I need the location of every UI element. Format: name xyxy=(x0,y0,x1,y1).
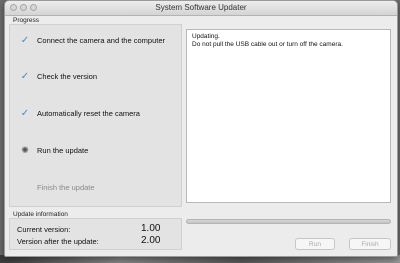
update-progress-bar xyxy=(186,219,391,224)
update-info-panel: Current version: 1.00 Version after the … xyxy=(9,218,182,250)
step-check-version: ✓ Check the version xyxy=(10,69,97,83)
check-icon: ✓ xyxy=(20,70,30,82)
updater-window: System Software Updater Progress ✓ Conne… xyxy=(4,0,398,257)
step-reset-camera: ✓ Automatically reset the camera xyxy=(10,106,140,120)
step-label: Finish the update xyxy=(37,182,95,192)
title-bar[interactable]: System Software Updater xyxy=(5,1,397,16)
step-label: Connect the camera and the computer xyxy=(37,35,165,45)
update-info-group-label: Update information xyxy=(13,211,68,218)
status-line: Updating. xyxy=(192,33,220,40)
finish-button[interactable]: Finish xyxy=(349,238,391,250)
step-label: Check the version xyxy=(37,71,98,81)
step-label: Run the update xyxy=(37,145,89,155)
progress-group-label: Progress xyxy=(13,17,40,24)
progress-panel: ✓ Connect the camera and the computer ✓ … xyxy=(9,24,182,207)
window-title: System Software Updater xyxy=(155,3,247,12)
current-version-label: Current version: xyxy=(17,225,71,234)
step-run-update: ✺ Run the update xyxy=(10,143,88,157)
close-window-button[interactable] xyxy=(10,4,17,11)
step-connect: ✓ Connect the camera and the computer xyxy=(10,33,165,47)
status-line: Do not pull the USB cable out or turn of… xyxy=(192,41,343,48)
check-icon: ✓ xyxy=(20,34,30,46)
spinner-icon: ✺ xyxy=(21,144,29,155)
current-version-value: 1.00 xyxy=(141,223,161,234)
zoom-window-button[interactable] xyxy=(30,4,37,11)
step-finish-update: Finish the update xyxy=(10,180,95,194)
run-button[interactable]: Run xyxy=(295,238,335,250)
status-log[interactable]: Updating. Do not pull the USB cable out … xyxy=(186,29,391,203)
check-icon: ✓ xyxy=(20,107,30,119)
step-label: Automatically reset the camera xyxy=(37,108,140,118)
after-version-value: 2.00 xyxy=(141,235,161,246)
minimize-window-button[interactable] xyxy=(20,4,27,11)
after-version-label: Version after the update: xyxy=(17,237,99,246)
